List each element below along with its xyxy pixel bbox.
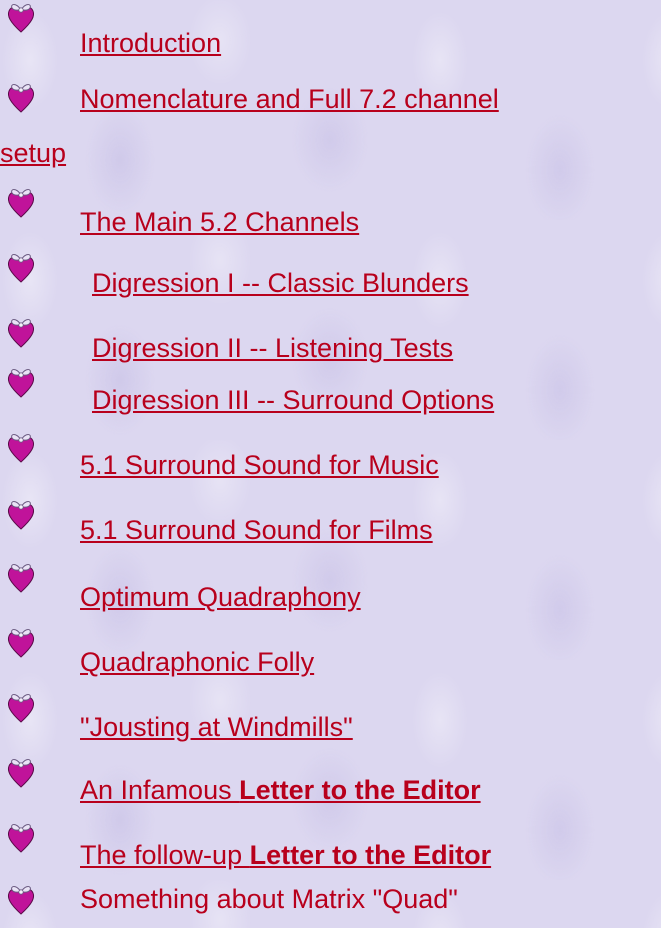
heart-with-bow-icon	[6, 690, 36, 724]
toc-link-digression-3[interactable]: Digression III -- Surround Options	[92, 383, 494, 417]
toc-link-infamous-letter[interactable]: An Infamous Letter to the Editor	[80, 773, 481, 807]
list-item: Digression I -- Classic Blunders	[0, 250, 661, 298]
toc-link-matrix-quad[interactable]: Something about Matrix "Quad"	[80, 882, 458, 916]
heart-with-bow-icon	[6, 315, 36, 349]
heart-with-bow-icon	[6, 497, 36, 531]
list-item: 5.1 Surround Sound for Music	[0, 430, 661, 480]
toc-link-introduction[interactable]: Introduction	[80, 26, 221, 60]
list-item: Nomenclature and Full 7.2 channel setup	[0, 80, 661, 180]
heart-with-bow-icon	[6, 0, 36, 34]
list-item: 5.1 Surround Sound for Films	[0, 497, 661, 545]
toc-link-followup-letter[interactable]: The follow-up Letter to the Editor	[80, 838, 491, 872]
list-item: Introduction	[0, 0, 661, 58]
list-item: The follow-up Letter to the Editor	[0, 820, 661, 870]
heart-with-bow-icon	[6, 250, 36, 284]
link-prefix: The follow-up	[80, 840, 250, 870]
heart-with-bow-icon	[6, 625, 36, 659]
heart-with-bow-icon	[6, 882, 36, 916]
heart-with-bow-icon	[6, 365, 36, 399]
toc-link-quadraphonic-folly[interactable]: Quadraphonic Folly	[80, 645, 314, 679]
toc-link-jousting[interactable]: "Jousting at Windmills"	[80, 710, 353, 744]
toc-link-nomenclature-continuation[interactable]: setup	[0, 136, 66, 170]
heart-with-bow-icon	[6, 80, 36, 114]
heart-with-bow-icon	[6, 430, 36, 464]
link-prefix: An Infamous	[80, 775, 240, 805]
list-item: Quadraphonic Folly	[0, 625, 661, 677]
toc-link-digression-1[interactable]: Digression I -- Classic Blunders	[92, 266, 469, 300]
toc-link-surround-music[interactable]: 5.1 Surround Sound for Music	[80, 448, 439, 482]
toc-link-main-channels[interactable]: The Main 5.2 Channels	[80, 205, 359, 239]
list-item: Digression III -- Surround Options	[0, 365, 661, 415]
heart-with-bow-icon	[6, 185, 36, 219]
toc-link-optimum-quadraphony[interactable]: Optimum Quadraphony	[80, 580, 361, 614]
link-bold: Letter to the Editor	[249, 840, 492, 870]
list-item: "Jousting at Windmills"	[0, 690, 661, 742]
heart-with-bow-icon	[6, 820, 36, 854]
list-item: Optimum Quadraphony	[0, 560, 661, 612]
heart-with-bow-icon	[6, 560, 36, 594]
heart-with-bow-icon	[6, 755, 36, 789]
list-item: Something about Matrix "Quad"	[0, 878, 661, 928]
link-bold: Letter to the Editor	[239, 775, 481, 805]
list-item: The Main 5.2 Channels	[0, 185, 661, 237]
toc-link-nomenclature[interactable]: Nomenclature and Full 7.2 channel	[80, 82, 499, 116]
toc-link-digression-2[interactable]: Digression II -- Listening Tests	[92, 331, 453, 365]
list-item: Digression II -- Listening Tests	[0, 315, 661, 363]
list-item: An Infamous Letter to the Editor	[0, 755, 661, 805]
toc-link-surround-films[interactable]: 5.1 Surround Sound for Films	[80, 513, 433, 547]
